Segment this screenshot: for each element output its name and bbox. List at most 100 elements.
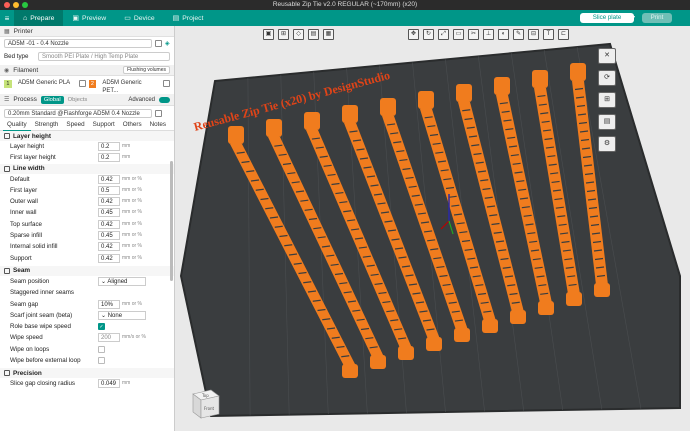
zip-tie-head[interactable] — [342, 105, 358, 123]
menu-icon[interactable]: ≡ — [0, 14, 14, 23]
tab-project[interactable]: ▤ Project — [164, 10, 213, 26]
panel-scrollbar[interactable] — [170, 161, 173, 281]
filament-slot-1[interactable]: 1 — [4, 79, 12, 88]
view-cube[interactable]: Top Front — [185, 386, 221, 422]
zip-tie-tail[interactable] — [594, 283, 610, 297]
tab-device[interactable]: ▭ Device — [115, 10, 163, 26]
3d-viewport[interactable]: Reusable Zip Tie (x20) by DesignStudio ▣… — [175, 26, 690, 431]
filament-1-name[interactable]: AD5M Generic PLA — [14, 79, 76, 88]
grid-icon[interactable]: ▦ — [323, 29, 334, 40]
line-internal-solid-input[interactable]: 0.42 — [98, 242, 120, 252]
process-profile-select[interactable]: 0.20mm Standard @Flashforge AD5M 0.4 Noz… — [4, 108, 152, 118]
seam-paint-icon[interactable]: ◐ — [498, 29, 509, 40]
slice-gap-input[interactable]: 0.049 — [98, 379, 120, 389]
zip-tie-tail[interactable] — [454, 328, 470, 342]
zip-tie-tail[interactable] — [342, 364, 358, 378]
zip-tie-head[interactable] — [380, 98, 396, 116]
scarf-joint-select[interactable]: ⌄ None — [98, 310, 146, 320]
zip-tie-tail[interactable] — [426, 337, 442, 351]
printer-section-header[interactable]: ▦ Printer — [0, 26, 174, 37]
edit-icon[interactable] — [155, 40, 162, 47]
scale-icon[interactable]: ⤢ — [438, 29, 449, 40]
arrange-plate-icon[interactable]: ⊞ — [598, 92, 616, 108]
filament-slot-2[interactable]: 2 — [88, 79, 97, 88]
line-sparse-infill-input[interactable]: 0.45 — [98, 231, 120, 241]
tab-quality[interactable]: Quality — [3, 120, 31, 131]
tab-strength[interactable]: Strength — [31, 120, 63, 130]
zip-tie-head[interactable] — [304, 112, 320, 130]
line-outer-wall-input[interactable]: 0.42 — [98, 197, 120, 207]
zip-tie-tail[interactable] — [566, 292, 582, 306]
minimize-window-button[interactable] — [13, 2, 19, 8]
zip-tie-tail[interactable] — [482, 319, 498, 333]
edit-icon[interactable] — [78, 80, 86, 87]
bed-type-select[interactable]: Smooth PEI Plate / High Temp Plate — [38, 51, 170, 61]
layout-icon[interactable]: ▤ — [308, 29, 319, 40]
first-layer-height-input[interactable]: 0.2 — [98, 153, 120, 163]
filament-2-name[interactable]: AD5M Generic PET... — [99, 79, 161, 94]
wifi-icon[interactable]: ◈ — [165, 40, 170, 47]
rotate-icon[interactable]: ↻ — [423, 29, 434, 40]
tab-speed[interactable]: Speed — [62, 120, 88, 130]
line-top-surface-input[interactable]: 0.42 — [98, 219, 120, 229]
tab-others[interactable]: Others — [119, 120, 146, 130]
zip-tie-head[interactable] — [228, 126, 244, 144]
tab-notes[interactable]: Notes — [146, 120, 170, 130]
param-line-internal-solid: Internal solid infill 0.42 mm or % — [0, 241, 174, 252]
zoom-window-button[interactable] — [22, 2, 28, 8]
seam-gap-input[interactable]: 10% — [98, 299, 120, 309]
layer-height-input[interactable]: 0.2 — [98, 142, 120, 151]
tab-prepare[interactable]: ⌂ Prepare — [14, 10, 64, 26]
line-default-input[interactable]: 0.42 — [98, 174, 120, 184]
zip-tie-head[interactable] — [266, 119, 282, 137]
flushing-volumes-button[interactable]: Flushing volumes — [123, 66, 170, 74]
edit-icon[interactable] — [163, 80, 170, 87]
close-window-button[interactable] — [4, 2, 10, 8]
tab-support[interactable]: Support — [89, 120, 119, 130]
assembly-icon[interactable]: ⊏ — [558, 29, 569, 40]
slice-plate-button[interactable]: Slice plate — [580, 13, 634, 23]
color-paint-icon[interactable]: ✎ — [513, 29, 524, 40]
role-base-wipe-checkbox[interactable]: ✓ — [98, 323, 105, 331]
wipe-on-loops-checkbox[interactable] — [98, 345, 105, 353]
arrange-icon[interactable]: ⊞ — [278, 29, 289, 40]
line-support-input[interactable]: 0.42 — [98, 253, 120, 263]
chevron-down-icon[interactable]: ▾ — [632, 13, 638, 23]
line-first-layer-input[interactable]: 0.5 — [98, 185, 120, 195]
zip-tie-head[interactable] — [494, 77, 510, 95]
global-toggle[interactable]: Global — [40, 95, 64, 104]
zip-tie-tail[interactable] — [538, 301, 554, 315]
zip-tie-head[interactable] — [570, 63, 586, 81]
objects-toggle[interactable]: Objects — [68, 97, 88, 103]
line-inner-wall-input[interactable]: 0.45 — [98, 208, 120, 218]
orient-icon[interactable]: ◇ — [293, 29, 304, 40]
text-tool-icon[interactable]: T — [543, 29, 554, 40]
zip-tie-tail[interactable] — [398, 346, 414, 360]
zip-tie-head[interactable] — [456, 84, 472, 102]
lock-plate-icon[interactable]: ▤ — [598, 114, 616, 130]
wipe-speed-input[interactable]: 200 — [98, 333, 120, 343]
support-paint-icon[interactable]: ⊥ — [483, 29, 494, 40]
advanced-switch[interactable] — [159, 96, 170, 103]
zip-tie-head[interactable] — [532, 70, 548, 88]
wipe-before-external-checkbox[interactable] — [98, 357, 105, 365]
filament-section-header[interactable]: ◉ Filament Flushing volumes — [0, 65, 174, 76]
window-controls[interactable] — [4, 2, 28, 8]
zip-tie-head[interactable] — [418, 91, 434, 109]
edit-icon[interactable] — [155, 109, 162, 117]
tab-label: Preview — [82, 14, 107, 22]
lay-flat-icon[interactable]: ▭ — [453, 29, 464, 40]
seam-position-select[interactable]: ⌄ Aligned — [98, 276, 146, 286]
close-plate-icon[interactable]: ✕ — [598, 48, 616, 64]
plate-settings-icon[interactable]: ⚙ — [598, 136, 616, 152]
zip-tie-tail[interactable] — [510, 310, 526, 324]
measure-icon[interactable]: ⊟ — [528, 29, 539, 40]
printer-select[interactable]: AD5M -01 - 0.4 Nozzle — [4, 39, 152, 48]
move-icon[interactable]: ✥ — [408, 29, 419, 40]
print-button[interactable]: Print — [642, 13, 672, 23]
orient-plate-icon[interactable]: ⟳ — [598, 70, 616, 86]
tab-preview[interactable]: ▣ Preview — [63, 10, 115, 26]
zip-tie-tail[interactable] — [370, 355, 386, 369]
cut-icon[interactable]: ✂ — [468, 29, 479, 40]
add-object-icon[interactable]: ▣ — [263, 29, 274, 40]
